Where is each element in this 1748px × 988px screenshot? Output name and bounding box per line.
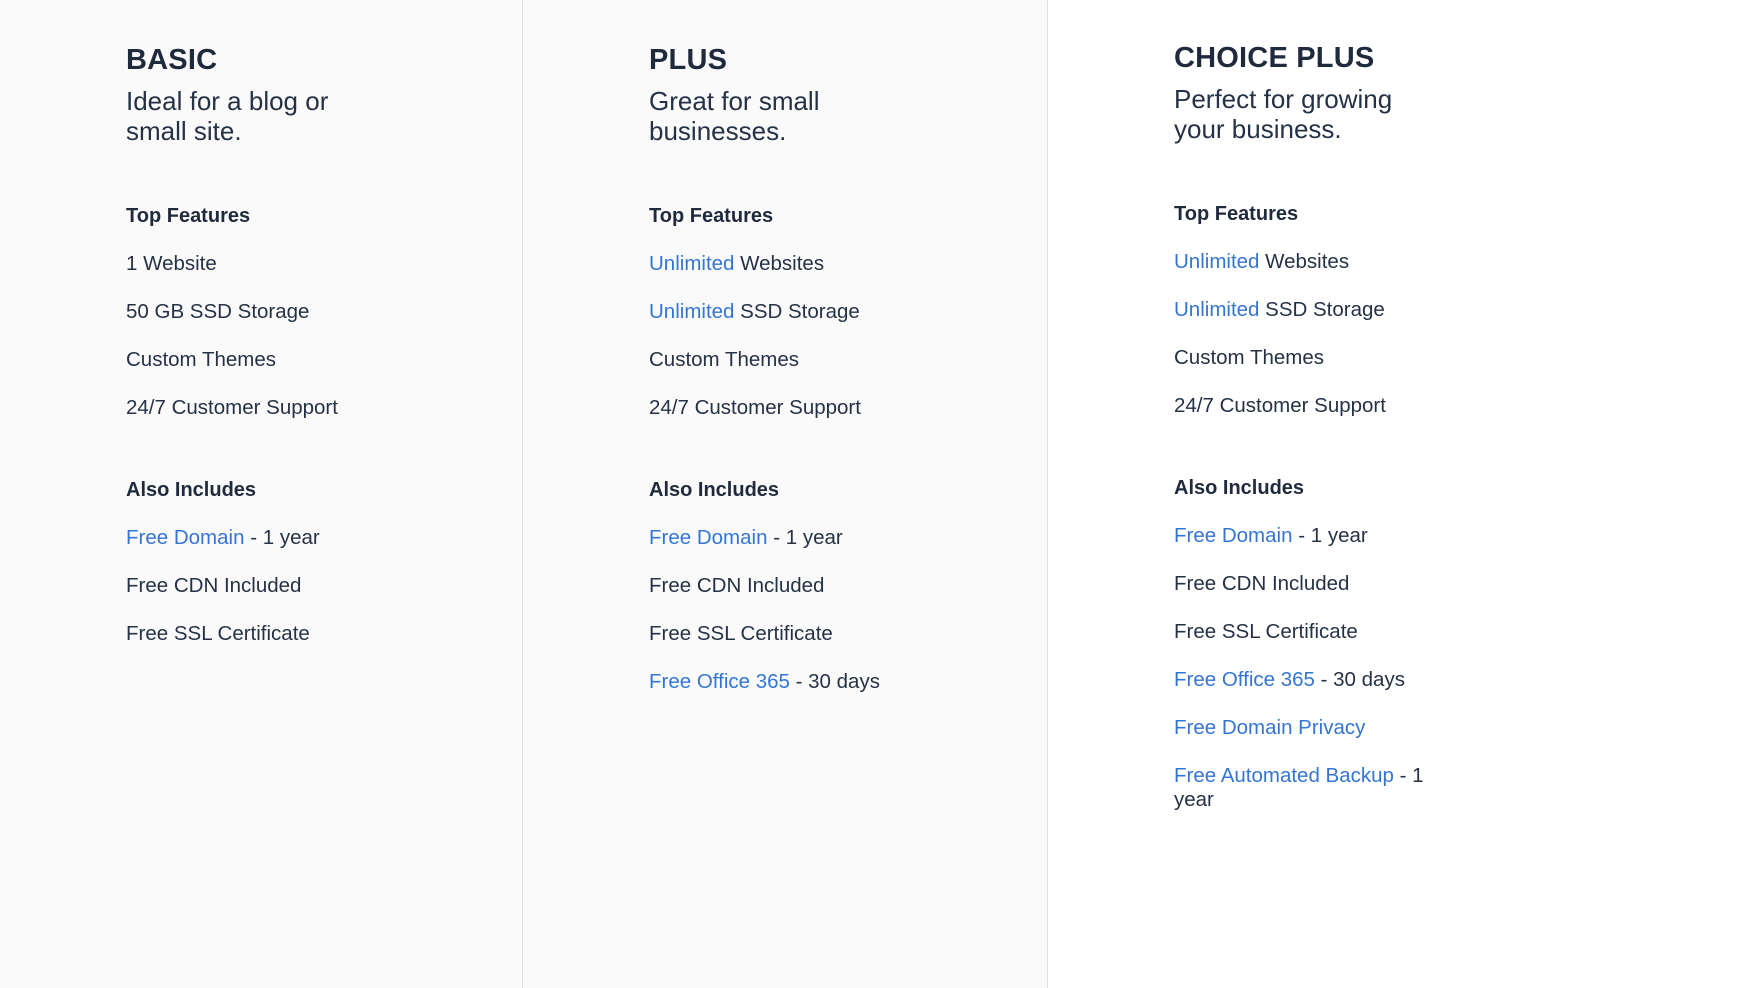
- plan-tagline: Ideal for a blog or small site.: [126, 86, 329, 146]
- feature-text: - 30 days: [789, 670, 880, 693]
- feature-link[interactable]: Free Office 365: [1174, 668, 1315, 691]
- feature-item: 24/7 Customer Support: [1174, 394, 1444, 418]
- feature-text: 1 Website: [126, 252, 217, 275]
- feature-text: - 1 year: [767, 526, 843, 549]
- top-features-heading: Top Features: [1174, 203, 1299, 225]
- plan-title: CHOICE PLUS: [1174, 42, 1375, 74]
- also-includes-list: Free Domain - 1 year Free CDN Included Fre…: [126, 526, 522, 646]
- feature-text: Free SSL Certificate: [649, 622, 833, 645]
- feature-text: Websites: [734, 252, 825, 275]
- top-features-list: 1 Website 50 GB SSD Storage Custom Themes 2…: [126, 252, 522, 420]
- feature-text: - 30 days: [1314, 668, 1405, 691]
- feature-item: Free Automated Backup - 1 year: [1174, 764, 1444, 812]
- feature-item: Free SSL Certificate: [126, 622, 396, 646]
- feature-text: Free CDN Included: [126, 574, 302, 597]
- feature-link[interactable]: Free Office 365: [649, 670, 790, 693]
- plan-tagline: Great for small businesses.: [649, 86, 820, 146]
- feature-text: Free CDN Included: [1174, 572, 1350, 595]
- feature-item: Free Domain - 1 year: [649, 526, 919, 550]
- feature-link[interactable]: Free Domain Privacy: [1174, 716, 1365, 739]
- feature-item: Custom Themes: [126, 348, 396, 372]
- feature-text: 24/7 Customer Support: [126, 396, 338, 419]
- pricing-plans: BASIC Ideal for a blog or small site. To…: [0, 0, 1748, 988]
- plan-column-basic: BASIC Ideal for a blog or small site. To…: [0, 0, 523, 988]
- feature-text: 24/7 Customer Support: [1174, 394, 1386, 417]
- also-includes-heading: Also Includes: [1174, 477, 1305, 499]
- feature-text: Free SSL Certificate: [126, 622, 310, 645]
- feature-text: - 1 year: [1292, 524, 1368, 547]
- feature-item: Free Domain Privacy: [1174, 716, 1444, 740]
- feature-item: Free Domain - 1 year: [1174, 524, 1444, 548]
- feature-text: Free SSL Certificate: [1174, 620, 1358, 643]
- top-features-list: Unlimited Websites Unlimited SSD Storage C…: [649, 252, 1047, 420]
- feature-item: Unlimited SSD Storage: [1174, 298, 1444, 322]
- feature-link[interactable]: Unlimited: [1174, 250, 1259, 273]
- feature-item: Free Office 365 - 30 days: [649, 670, 919, 694]
- feature-item: 24/7 Customer Support: [126, 396, 396, 420]
- feature-item: Unlimited Websites: [1174, 250, 1444, 274]
- feature-text: Custom Themes: [649, 348, 800, 371]
- plan-title: BASIC: [126, 44, 218, 76]
- plan-column-choice-plus: CHOICE PLUS Perfect for growing your bus…: [1048, 0, 1748, 988]
- feature-item: Free CDN Included: [649, 574, 919, 598]
- feature-text: Free CDN Included: [649, 574, 825, 597]
- feature-item: 50 GB SSD Storage: [126, 300, 396, 324]
- feature-text: SSD Storage: [1259, 298, 1385, 321]
- plan-title: PLUS: [649, 44, 728, 76]
- feature-item: Free Office 365 - 30 days: [1174, 668, 1444, 692]
- top-features-list: Unlimited Websites Unlimited SSD Storage C…: [1174, 250, 1748, 418]
- feature-text: SSD Storage: [734, 300, 860, 323]
- feature-item: Free CDN Included: [126, 574, 396, 598]
- feature-item: 1 Website: [126, 252, 396, 276]
- feature-item: Unlimited SSD Storage: [649, 300, 919, 324]
- feature-item: Free CDN Included: [1174, 572, 1444, 596]
- feature-link[interactable]: Unlimited: [1174, 298, 1259, 321]
- feature-link[interactable]: Unlimited: [649, 252, 734, 275]
- feature-text: Custom Themes: [1174, 346, 1325, 369]
- feature-item: Unlimited Websites: [649, 252, 919, 276]
- feature-text: 50 GB SSD Storage: [126, 300, 310, 323]
- feature-text: Custom Themes: [126, 348, 277, 371]
- feature-text: Websites: [1259, 250, 1350, 273]
- feature-link[interactable]: Free Domain: [126, 526, 245, 549]
- plan-tagline: Perfect for growing your business.: [1174, 84, 1393, 144]
- feature-link[interactable]: Free Domain: [649, 526, 768, 549]
- top-features-heading: Top Features: [126, 205, 251, 227]
- feature-link[interactable]: Unlimited: [649, 300, 734, 323]
- feature-link[interactable]: Free Automated Backup: [1174, 764, 1394, 787]
- top-features-heading: Top Features: [649, 205, 774, 227]
- plan-column-plus: PLUS Great for small businesses. Top Fea…: [523, 0, 1048, 988]
- feature-item: Custom Themes: [649, 348, 919, 372]
- feature-item: 24/7 Customer Support: [649, 396, 919, 420]
- feature-text: 24/7 Customer Support: [649, 396, 861, 419]
- also-includes-heading: Also Includes: [649, 479, 780, 501]
- feature-item: Free SSL Certificate: [1174, 620, 1444, 644]
- also-includes-list: Free Domain - 1 year Free CDN Included Fre…: [1174, 524, 1748, 812]
- feature-link[interactable]: Free Domain: [1174, 524, 1293, 547]
- also-includes-heading: Also Includes: [126, 479, 257, 501]
- also-includes-list: Free Domain - 1 year Free CDN Included Fre…: [649, 526, 1047, 694]
- feature-text: - 1 year: [244, 526, 320, 549]
- feature-item: Free SSL Certificate: [649, 622, 919, 646]
- feature-item: Free Domain - 1 year: [126, 526, 396, 550]
- feature-item: Custom Themes: [1174, 346, 1444, 370]
